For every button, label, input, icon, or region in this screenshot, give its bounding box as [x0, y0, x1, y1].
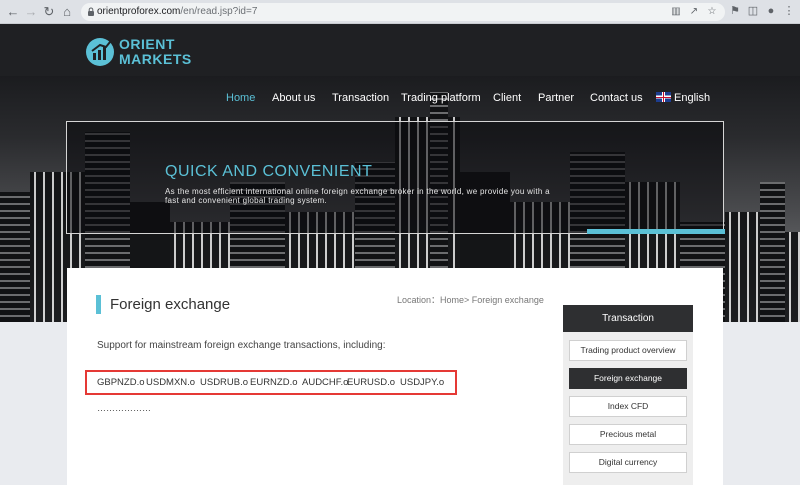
side-panel-icon[interactable]: ◫ — [746, 4, 760, 18]
currency-pair: USDJPY.o — [400, 377, 445, 388]
menu-client[interactable]: Client — [493, 91, 521, 105]
banner-text: As the most efficient international onli… — [165, 187, 550, 205]
translate-icon[interactable]: ▥ — [670, 6, 682, 18]
currency-pair: AUDCHF.o — [302, 377, 349, 388]
home-icon[interactable]: ⌂ — [58, 3, 76, 21]
reload-icon[interactable]: ↻ — [40, 3, 58, 21]
sidebar-item-index-cfd[interactable]: Index CFD — [569, 396, 687, 417]
currency-pair: EURNZD.o — [250, 377, 298, 388]
url-text[interactable]: orientproforex.com/en/read.jsp?id=7 — [97, 5, 257, 19]
menu-about-us[interactable]: About us — [272, 91, 315, 105]
title-accent-bar — [96, 295, 101, 314]
address-bar[interactable]: orientproforex.com/en/read.jsp?id=7 ▥ ↗ … — [81, 3, 725, 21]
sidebar-heading: Transaction — [563, 305, 693, 332]
forward-icon[interactable]: → — [22, 3, 40, 21]
breadcrumb: Location：Home> Foreign exchange — [397, 295, 544, 305]
menu-home[interactable]: Home — [226, 91, 255, 105]
main-menu: Home About us Transaction Trading platfo… — [0, 91, 800, 105]
menu-transaction[interactable]: Transaction — [332, 91, 389, 105]
menu-contact-us[interactable]: Contact us — [590, 91, 643, 105]
intro-text: Support for mainstream foreign exchange … — [97, 340, 386, 351]
sidebar-item-digital-currency[interactable]: Digital currency — [569, 452, 687, 473]
lock-icon[interactable] — [87, 7, 95, 17]
currency-pair: GBPNZD.o — [97, 377, 145, 388]
profile-icon[interactable]: ● — [764, 4, 778, 18]
sidebar-item-trading-product-overview[interactable]: Trading product overview — [569, 340, 687, 361]
bookmark-star-icon[interactable]: ☆ — [706, 6, 718, 18]
more-menu-icon[interactable]: ⋮ — [782, 4, 796, 18]
share-icon[interactable]: ↗ — [688, 6, 700, 18]
logo-text[interactable]: ORIENT MARKETS — [119, 37, 192, 67]
extensions-icon[interactable]: ⚑ — [728, 4, 742, 18]
uk-flag-icon — [656, 92, 671, 102]
more-ellipsis: ……………… — [97, 403, 151, 413]
browser-toolbar: ← → ↻ ⌂ orientproforex.com/en/read.jsp?i… — [0, 0, 800, 24]
language-label: English — [674, 92, 711, 104]
page-title: Foreign exchange — [110, 296, 231, 313]
back-icon[interactable]: ← — [4, 3, 22, 21]
currency-pair: USDMXN.o — [146, 377, 196, 388]
banner-title: QUICK AND CONVENIENT — [165, 163, 373, 180]
menu-language[interactable]: English — [656, 91, 710, 105]
sidebar-item-precious-metal[interactable]: Precious metal — [569, 424, 687, 445]
logo-icon[interactable] — [86, 38, 114, 66]
currency-pair: EURUSD.o — [347, 377, 396, 388]
currency-pair: USDRUB.o — [200, 377, 249, 388]
sidebar-item-foreign-exchange[interactable]: Foreign exchange — [569, 368, 687, 389]
menu-trading-platform[interactable]: Trading platform — [401, 91, 481, 105]
banner-accent-bar — [587, 229, 725, 234]
menu-partner[interactable]: Partner — [538, 91, 574, 105]
